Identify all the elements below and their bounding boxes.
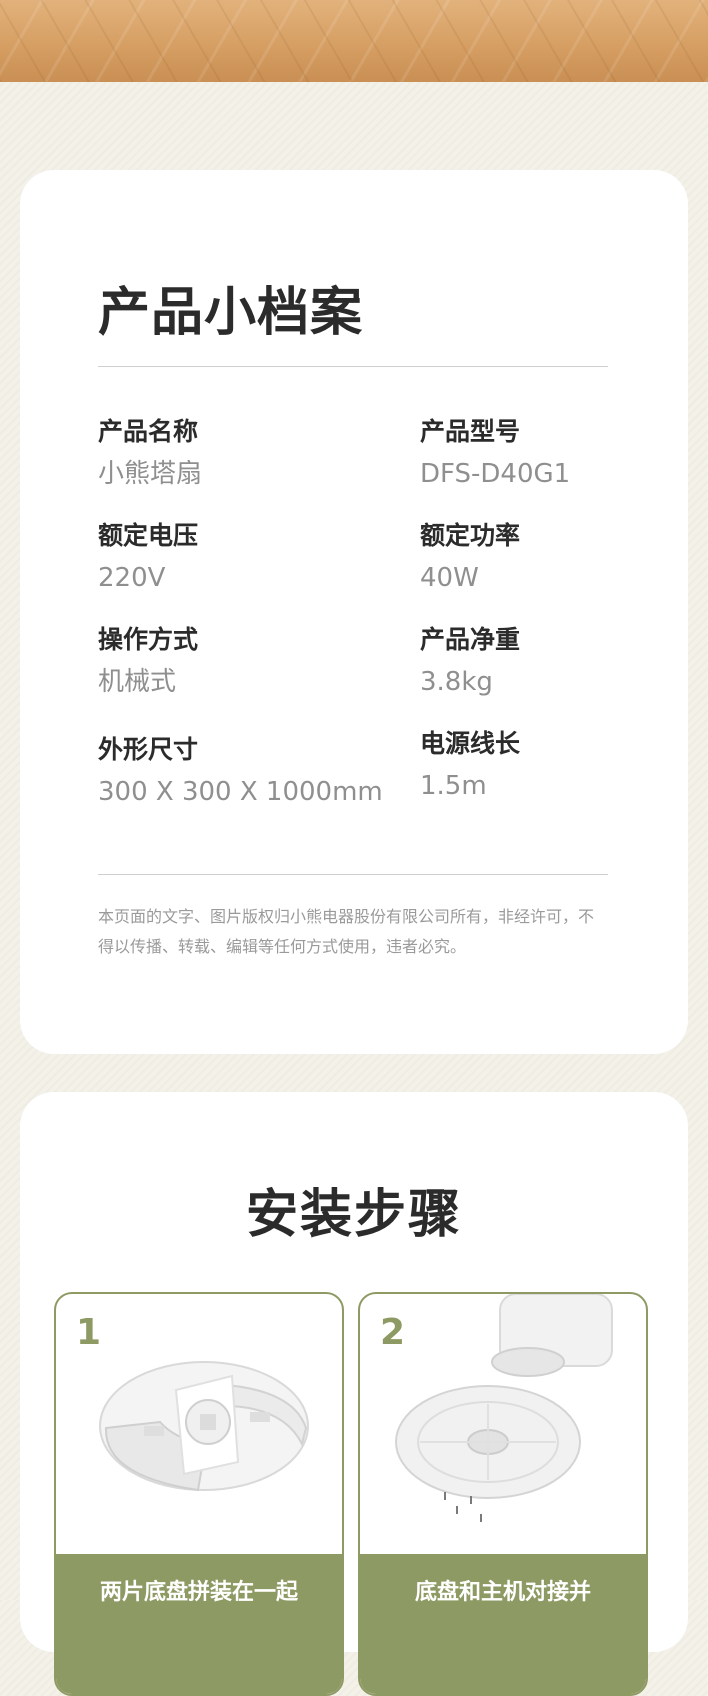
install-step-1: 1 两片底盘拼装在一起	[54, 1292, 344, 1696]
spec-value: 40W	[420, 563, 479, 593]
step-number: 2	[380, 1312, 406, 1353]
spec-value: 小熊塔扇	[98, 459, 203, 489]
spec-label: 产品名称	[98, 417, 199, 446]
spec-label: 额定功率	[420, 521, 521, 550]
spec-label: 额定电压	[98, 521, 199, 550]
install-step-2: 2 底盘和主机对接并	[358, 1292, 648, 1696]
divider-bottom	[98, 874, 608, 875]
spec-net-weight: 产品净重 3.8kg	[420, 624, 708, 699]
spec-label: 外形尺寸	[98, 735, 199, 764]
spec-value: 1.5m	[420, 771, 487, 801]
spec-value: 3.8kg	[420, 667, 493, 697]
product-profile-card: 产品小档案 产品名称 小熊塔扇 产品型号 DFS-D40G1 额定电压 220V…	[20, 170, 688, 1054]
step-caption: 两片底盘拼装在一起	[56, 1554, 342, 1694]
spec-label: 操作方式	[98, 625, 199, 654]
spec-value: 300 X 300 X 1000mm	[98, 777, 383, 807]
spec-label: 产品型号	[420, 417, 521, 446]
spec-cord-length: 电源线长 1.5m	[420, 728, 708, 803]
profile-title: 产品小档案	[98, 283, 364, 343]
spec-operation: 操作方式 机械式	[98, 624, 398, 699]
spec-label: 产品净重	[420, 625, 521, 654]
spec-power: 额定功率 40W	[420, 520, 708, 595]
wood-floor-banner	[0, 0, 708, 82]
install-steps-card: 安装步骤 1 两片底盘拼装在一起 2 底盘和主机对接并	[20, 1092, 688, 1696]
install-title: 安装步骤	[245, 1185, 462, 1245]
spec-model: 产品型号 DFS-D40G1	[420, 416, 708, 491]
spec-value: 220V	[98, 563, 166, 593]
divider-top	[98, 366, 608, 367]
step-number: 1	[76, 1312, 102, 1353]
spec-label: 电源线长	[420, 729, 521, 758]
spec-value: DFS-D40G1	[420, 459, 571, 489]
spec-value: 机械式	[98, 667, 177, 697]
step-caption: 底盘和主机对接并	[360, 1554, 646, 1694]
copyright-note: 本页面的文字、图片版权归小熊电器股份有限公司所有，非经许可，不得以传播、转载、编…	[98, 907, 595, 956]
spec-voltage: 额定电压 220V	[98, 520, 398, 595]
spec-product-name: 产品名称 小熊塔扇	[98, 416, 398, 491]
spec-dimensions: 外形尺寸 300 X 300 X 1000mm	[98, 734, 398, 809]
